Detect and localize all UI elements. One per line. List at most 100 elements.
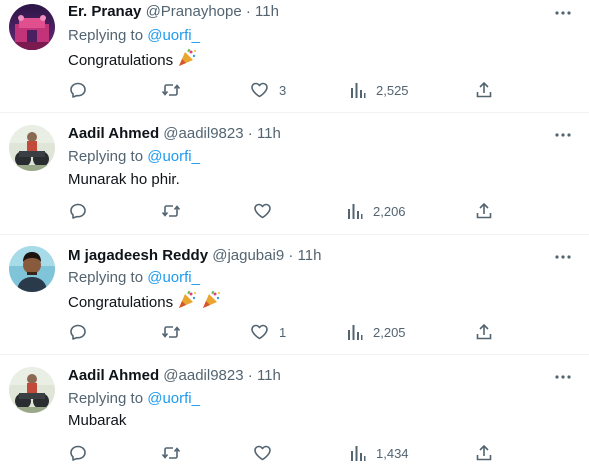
- view-count: 1,434: [376, 445, 409, 461]
- avatar[interactable]: [9, 367, 55, 413]
- more-options-button[interactable]: [553, 247, 573, 267]
- share-button[interactable]: [475, 79, 493, 101]
- tweet-header: Aadil Ahmed @aadil9823 · 11h: [68, 124, 281, 144]
- share-button[interactable]: [475, 200, 493, 222]
- tweet-text: Munarak ho phir.: [68, 170, 180, 190]
- separator-dot: ·: [245, 3, 251, 20]
- mention-link[interactable]: @uorfi_: [147, 269, 200, 286]
- view-count: 2,525: [376, 82, 409, 98]
- views-button[interactable]: 2,205: [347, 321, 406, 343]
- like-button[interactable]: 3: [250, 79, 286, 101]
- tweet-text: Congratulations: [68, 48, 197, 74]
- tweet-text-content: Congratulations: [68, 52, 174, 69]
- user-handle[interactable]: @aadil9823: [163, 367, 243, 384]
- reply-icon: [70, 324, 86, 340]
- views-icon: [351, 83, 366, 98]
- tweet-text-content: Munarak ho phir.: [68, 171, 180, 188]
- share-icon: [476, 81, 492, 98]
- party-popper-icon: [201, 290, 221, 316]
- separator-dot: ·: [247, 125, 253, 142]
- replying-to-label: Replying to: [68, 269, 144, 286]
- user-handle[interactable]: @Pranayhope: [146, 3, 242, 20]
- more-options-button[interactable]: [553, 125, 573, 145]
- heart-icon: [254, 445, 271, 461]
- retweet-icon: [161, 447, 181, 459]
- user-handle[interactable]: @jagubai9: [212, 247, 284, 264]
- share-icon: [476, 444, 492, 461]
- tweet-header: Er. Pranay @Pranayhope · 11h: [68, 2, 279, 22]
- retweet-button[interactable]: [161, 321, 191, 343]
- separator-dot: ·: [288, 247, 294, 264]
- more-icon: [555, 255, 571, 259]
- display-name[interactable]: Er. Pranay: [68, 3, 141, 20]
- heart-icon: [254, 203, 271, 219]
- tweet-actions: 1 2,205: [0, 321, 589, 343]
- replying-to: Replying to @uorfi_: [68, 147, 200, 167]
- view-count: 2,206: [373, 203, 406, 219]
- heart-icon: [251, 324, 268, 340]
- more-icon: [555, 375, 571, 379]
- timestamp[interactable]: 11h: [298, 247, 322, 264]
- reply-icon: [70, 82, 86, 98]
- tweet-header: Aadil Ahmed @aadil9823 · 11h: [68, 366, 281, 386]
- replying-to: Replying to @uorfi_: [68, 26, 200, 46]
- retweet-icon: [161, 84, 181, 96]
- reply-icon: [70, 203, 86, 219]
- like-button[interactable]: [253, 200, 282, 222]
- more-options-button[interactable]: [553, 367, 573, 387]
- tweet-actions: 2,206: [0, 200, 589, 222]
- retweet-icon: [161, 326, 181, 338]
- views-icon: [351, 446, 366, 461]
- party-popper-icon: [177, 48, 197, 74]
- tweet-actions: 1,434: [0, 442, 589, 464]
- tweet-header: M jagadeesh Reddy @jagubai9 · 11h: [68, 246, 321, 266]
- share-icon: [476, 202, 492, 219]
- avatar[interactable]: [9, 4, 55, 50]
- retweet-button[interactable]: [161, 442, 191, 464]
- views-button[interactable]: 1,434: [350, 442, 409, 464]
- views-button[interactable]: 2,206: [347, 200, 406, 222]
- tweet-reply[interactable]: M jagadeesh Reddy @jagubai9 · 11h Replyi…: [0, 235, 589, 355]
- avatar[interactable]: [9, 246, 55, 292]
- views-icon: [348, 204, 363, 219]
- timestamp[interactable]: 11h: [257, 367, 281, 384]
- mention-link[interactable]: @uorfi_: [147, 148, 200, 165]
- timestamp[interactable]: 11h: [257, 125, 281, 142]
- like-button[interactable]: 1: [250, 321, 286, 343]
- timestamp[interactable]: 11h: [255, 3, 279, 20]
- tweet-text-content: Mubarak: [68, 412, 127, 429]
- reply-feed: Er. Pranay @Pranayhope · 11h Replying to…: [0, 0, 589, 468]
- replying-to-label: Replying to: [68, 27, 144, 44]
- user-handle[interactable]: @aadil9823: [163, 125, 243, 142]
- like-count: 3: [279, 82, 287, 98]
- share-button[interactable]: [475, 321, 493, 343]
- retweet-icon: [161, 205, 181, 217]
- more-icon: [555, 133, 571, 137]
- separator-dot: ·: [247, 367, 253, 384]
- like-count: 1: [279, 324, 287, 340]
- like-button[interactable]: [253, 442, 282, 464]
- display-name[interactable]: Aadil Ahmed: [68, 367, 159, 384]
- replying-to: Replying to @uorfi_: [68, 389, 200, 409]
- mention-link[interactable]: @uorfi_: [147, 390, 200, 407]
- tweet-actions: 3 2,525: [0, 79, 589, 101]
- retweet-button[interactable]: [161, 79, 191, 101]
- reply-button[interactable]: [69, 321, 97, 343]
- reply-button[interactable]: [69, 200, 97, 222]
- avatar[interactable]: [9, 125, 55, 171]
- mention-link[interactable]: @uorfi_: [147, 27, 200, 44]
- share-icon: [476, 323, 492, 340]
- tweet-reply[interactable]: Aadil Ahmed @aadil9823 · 11h Replying to…: [0, 355, 589, 468]
- reply-button[interactable]: [69, 442, 97, 464]
- views-button[interactable]: 2,525: [350, 79, 409, 101]
- more-options-button[interactable]: [553, 3, 573, 23]
- share-button[interactable]: [475, 442, 493, 464]
- tweet-reply[interactable]: Er. Pranay @Pranayhope · 11h Replying to…: [0, 0, 589, 113]
- retweet-button[interactable]: [161, 200, 191, 222]
- tweet-text: Congratulations: [68, 290, 221, 316]
- views-icon: [348, 325, 363, 340]
- display-name[interactable]: Aadil Ahmed: [68, 125, 159, 142]
- tweet-reply[interactable]: Aadil Ahmed @aadil9823 · 11h Replying to…: [0, 113, 589, 235]
- reply-button[interactable]: [69, 79, 97, 101]
- display-name[interactable]: M jagadeesh Reddy: [68, 247, 208, 264]
